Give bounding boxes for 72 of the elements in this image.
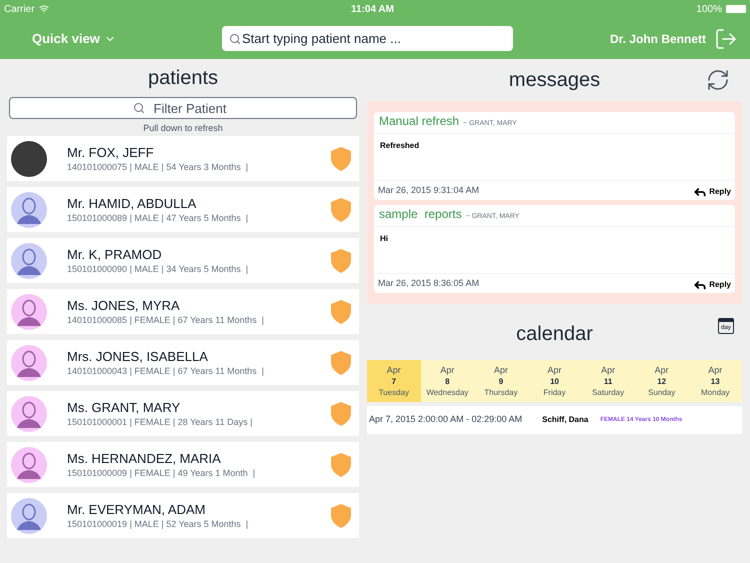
message-date: Mar 26, 2015 9:31:04 AM bbox=[378, 184, 480, 197]
day-weekday: Wednesday bbox=[426, 386, 468, 398]
carrier-label: Carrier bbox=[4, 2, 35, 16]
calendar-day[interactable]: Apr 13 Monday bbox=[688, 360, 742, 402]
battery-label: 100% bbox=[696, 2, 722, 16]
patient-name: Mr. EVERYMAN, ADAM bbox=[67, 502, 206, 518]
day-month: Apr bbox=[494, 364, 508, 376]
message-date: Mar 26, 2015 8:36:05 AM bbox=[378, 276, 480, 290]
calendar-day[interactable]: Apr 10 Friday bbox=[528, 360, 582, 402]
day-weekday: Monday bbox=[701, 386, 730, 398]
user-name: Dr. John Bennett bbox=[610, 30, 706, 48]
message-body: Refreshed bbox=[379, 140, 420, 152]
day-weekday: Thursday bbox=[484, 386, 518, 398]
patient-row[interactable]: Mr. K, PRAMOD 150101000090 | MALE | 34 Years 5 Months | bbox=[7, 238, 359, 283]
calendar-day[interactable]: Apr 11 Saturday bbox=[581, 360, 635, 402]
calendar-day[interactable]: Apr 9 Thursday bbox=[474, 360, 528, 402]
patient-row[interactable]: Ms. HERNANDEZ, MARIA 150101000009 | FEMALE | 49 Years 1 Month | bbox=[7, 442, 359, 487]
messages-title: messages bbox=[508, 68, 602, 93]
day-number: 7 bbox=[392, 376, 396, 386]
patient-details: 150101000001 | FEMALE | 28 Years 11 Days | bbox=[67, 416, 254, 428]
calendar-day[interactable]: Apr 12 Sunday bbox=[634, 360, 688, 402]
day-number: 10 bbox=[550, 376, 559, 386]
day-number: 13 bbox=[710, 376, 720, 386]
day-weekday: Friday bbox=[543, 386, 566, 398]
patient-details: 150101000009 | FEMALE | 49 Years 1 Month | bbox=[67, 466, 256, 478]
day-weekday: Tuesday bbox=[378, 386, 409, 398]
appointment-time: Apr 7, 2015 2:00:00 AM - 02:29:00 AM bbox=[369, 413, 522, 426]
calendar-day[interactable]: Apr 8 Wednesday bbox=[420, 360, 474, 402]
patient-row[interactable]: Ms. GRANT, MARY 150101000001 | FEMALE | 28 Years 11 Days | bbox=[7, 391, 359, 436]
day-number: 9 bbox=[498, 376, 504, 386]
day-number: 8 bbox=[445, 376, 450, 386]
patient-details: 140101000075 | MALE | 54 Years 3 Months | bbox=[67, 160, 250, 172]
patient-name: Mr. K, PRAMOD bbox=[67, 246, 163, 262]
patient-details: 150101000089 | MALE | 47 Years 5 Months | bbox=[67, 212, 250, 224]
patient-details: 150101000090 | MALE | 34 Years 5 Months | bbox=[67, 262, 250, 274]
day-weekday: Sunday bbox=[648, 386, 676, 398]
day-month: Apr bbox=[601, 364, 616, 376]
patient-name: Mr. FOX, JEFF bbox=[67, 144, 155, 160]
clock: 11:04 AM bbox=[351, 2, 394, 16]
day-month: Apr bbox=[654, 364, 669, 376]
patient-name: Ms. HERNANDEZ, MARIA bbox=[67, 450, 222, 466]
day-month: Apr bbox=[440, 364, 454, 376]
day-number: 11 bbox=[604, 376, 612, 386]
patient-name: Ms. JONES, MYRA bbox=[67, 298, 181, 314]
patient-search-field[interactable]: Start typing patient name ... bbox=[222, 26, 513, 51]
day-weekday: Saturday bbox=[592, 386, 624, 398]
patient-details: 150101000019 | MALE | 52 Years 5 Months | bbox=[67, 518, 250, 530]
pull-to-refresh-hint: Pull down to refresh bbox=[142, 122, 224, 135]
day-month: Apr bbox=[708, 364, 722, 376]
reply-button[interactable]: Reply bbox=[693, 278, 731, 292]
patient-details: 140101000085 | FEMALE | 67 Years 11 Months | bbox=[67, 314, 265, 326]
day-month: Apr bbox=[548, 364, 562, 376]
message-body: Hi bbox=[379, 233, 389, 245]
appointment-patient: Schiff, Dana bbox=[542, 414, 588, 426]
filter-patient-field[interactable]: Filter Patient bbox=[9, 97, 357, 119]
message-subject: Manual refresh bbox=[379, 113, 460, 130]
patient-name: Mrs. JONES, ISABELLA bbox=[67, 348, 209, 364]
patient-name: Mr. HAMID, ABDULLA bbox=[67, 196, 198, 212]
day-month: Apr bbox=[386, 364, 401, 376]
patient-row[interactable]: Mr. FOX, JEFF 140101000075 | MALE | 54 Years 3 Months | bbox=[7, 136, 359, 181]
calendar-title: calendar bbox=[515, 322, 594, 347]
reply-button[interactable]: Reply bbox=[693, 185, 731, 199]
patient-row[interactable]: Mr. EVERYMAN, ADAM 150101000019 | MALE | 52 Years 5 Months | bbox=[7, 493, 359, 538]
message-subject: sample reports bbox=[379, 206, 462, 223]
patient-row[interactable]: Mrs. JONES, ISABELLA 140101000043 | FEMALE | 67 Years 11 Months | bbox=[7, 340, 359, 385]
day-number: 12 bbox=[657, 376, 666, 386]
patient-row[interactable]: Mr. HAMID, ABDULLA 150101000089 | MALE | 47 Years 5 Months | bbox=[7, 187, 359, 232]
patients-title: patients bbox=[146, 66, 220, 91]
patient-details: 140101000043 | FEMALE | 67 Years 11 Months | bbox=[67, 364, 265, 376]
patient-row[interactable]: Ms. JONES, MYRA 140101000085 | FEMALE | 67 Years 11 Months | bbox=[7, 289, 359, 334]
calendar-day[interactable]: Apr 7 Tuesday bbox=[367, 360, 421, 402]
patient-name: Ms. GRANT, MARY bbox=[67, 400, 182, 416]
